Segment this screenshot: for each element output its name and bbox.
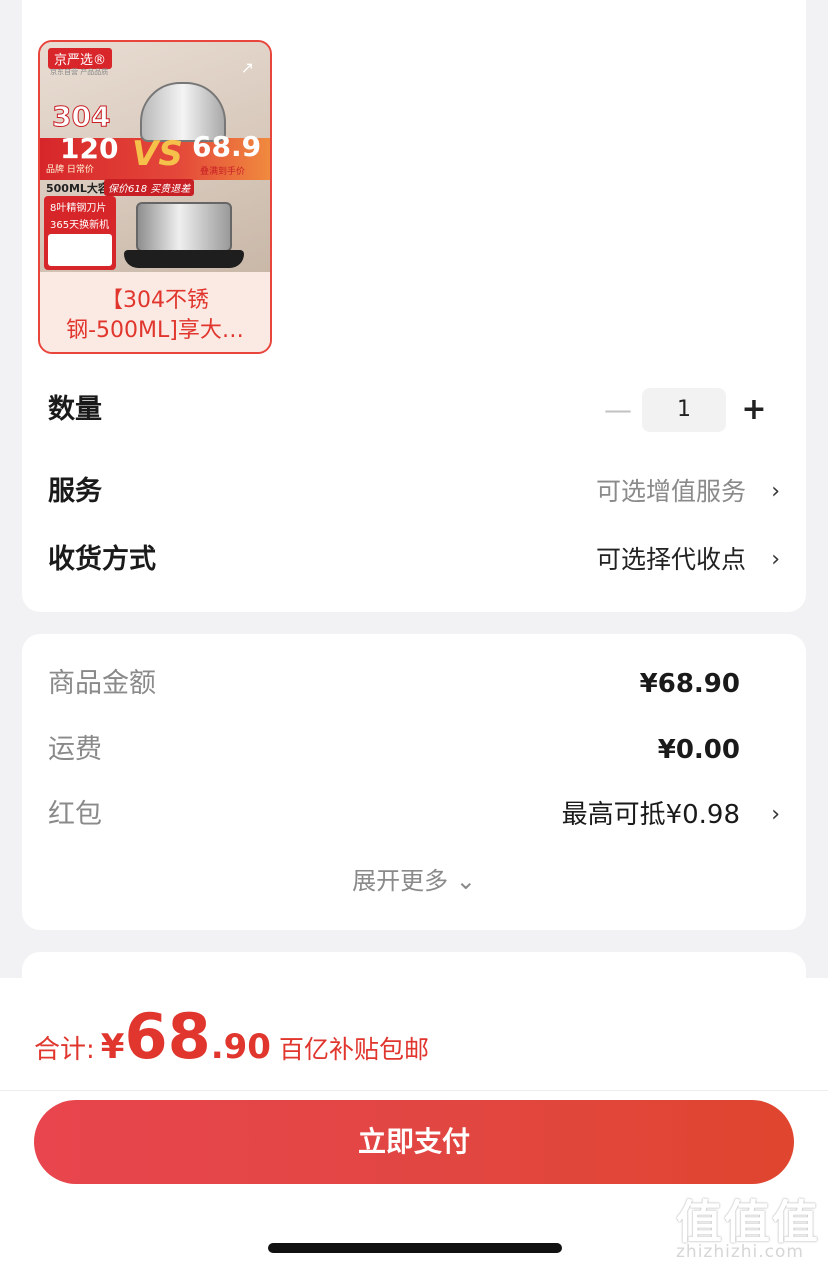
feature-1: 8叶精钢刀片 — [50, 203, 107, 214]
brand-subtitle: 京东自营 产品品质 — [50, 68, 109, 76]
red-packet-value: 最高可抵¥0.98 — [561, 800, 740, 830]
home-indicator[interactable] — [268, 1243, 562, 1253]
vs-mark: VS — [132, 134, 183, 174]
chevron-right-icon: › — [771, 547, 780, 572]
quantity-minus-button[interactable]: — — [602, 390, 634, 430]
service-label: 服务 — [48, 476, 102, 507]
total-label: 合计: — [34, 1035, 95, 1065]
image-right-caption: 叠满到手价 — [200, 167, 246, 177]
total-decimal: .90 — [210, 1027, 271, 1067]
shipping-row: 运费 ¥0.00 — [48, 730, 780, 770]
red-packet-label: 红包 — [48, 799, 102, 830]
chevron-down-icon: ⌄ — [455, 867, 476, 895]
total-integer: 68 — [124, 1000, 211, 1073]
image-price: 68.9 — [192, 130, 262, 163]
order-total: 合计: ¥68.90 百亿补贴包邮 — [34, 1000, 429, 1073]
expand-arrow-icon: ↗ — [240, 58, 254, 77]
quantity-row: 数量 — 1 + — [48, 388, 780, 432]
product-title: 【304不锈钢-500ML]享大… — [40, 272, 270, 352]
shipping-value: ¥0.00 — [657, 735, 740, 765]
chevron-right-icon: › — [771, 479, 780, 504]
pay-now-button[interactable]: 立即支付 — [34, 1100, 794, 1184]
subsidy-note: 百亿补贴包邮 — [278, 1035, 429, 1064]
product-image[interactable]: 京严选® 京东自营 产品品质 ↗ 304 120 VS 68.9 品牌 日常价 … — [40, 42, 270, 272]
service-value: 可选增值服务 — [595, 477, 746, 506]
quantity-input[interactable]: 1 — [642, 388, 726, 432]
image-capacity: 500ML大容 — [46, 182, 109, 195]
delivery-row[interactable]: 收货方式 可选择代收点 › — [48, 540, 780, 580]
goods-amount-label: 商品金额 — [48, 668, 156, 699]
feature-icons — [48, 234, 112, 266]
goods-amount-row: 商品金额 ¥68.90 — [48, 664, 780, 704]
delivery-value: 可选择代收点 — [595, 545, 746, 574]
image-left-caption: 品牌 日常价 — [46, 165, 94, 175]
delivery-label: 收货方式 — [48, 544, 156, 575]
shipping-label: 运费 — [48, 734, 102, 765]
feature-box: 8叶精钢刀片 365天换新机 — [44, 196, 116, 270]
expand-more-label: 展开更多 — [352, 867, 449, 895]
feature-2: 365天换新机 — [50, 220, 110, 231]
quantity-plus-button[interactable]: + — [738, 390, 770, 430]
red-packet-row[interactable]: 红包 最高可抵¥0.98 › — [48, 795, 780, 835]
goods-amount-value: ¥68.90 — [639, 669, 740, 699]
watermark-site: zhizhizhi.com — [676, 1242, 804, 1262]
total-currency: ¥ — [100, 1027, 125, 1067]
expand-more-button[interactable]: 展开更多 ⌄ — [0, 862, 828, 900]
divider — [0, 1090, 828, 1091]
service-row[interactable]: 服务 可选增值服务 › — [48, 472, 780, 512]
brand-badge: 京严选® — [48, 48, 113, 69]
product-tile[interactable]: 京严选® 京东自营 产品品质 ↗ 304 120 VS 68.9 品牌 日常价 … — [38, 40, 272, 354]
quantity-label: 数量 — [48, 394, 102, 425]
image-number-304: 304 — [51, 100, 111, 134]
image-promo-tag: 保价618 买贵退差 — [104, 179, 195, 196]
chevron-right-icon: › — [771, 802, 780, 827]
image-number-120: 120 — [60, 132, 119, 165]
